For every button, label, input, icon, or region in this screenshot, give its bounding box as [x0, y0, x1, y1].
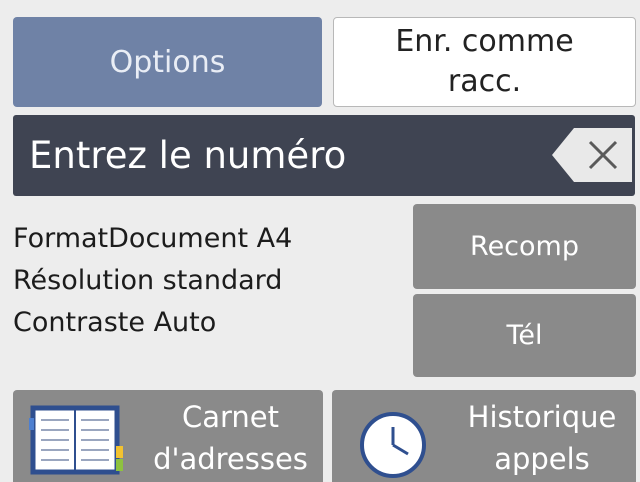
- address-book-label: Carnet d'adresses: [143, 396, 318, 480]
- call-history-label-line2: appels: [494, 442, 590, 476]
- tel-button-label: Tél: [506, 320, 543, 351]
- backspace-icon[interactable]: [552, 128, 632, 182]
- options-button[interactable]: Options: [13, 17, 322, 107]
- tel-button[interactable]: Tél: [413, 294, 636, 377]
- redial-button[interactable]: Recomp: [413, 204, 636, 289]
- settings-line-resolution: Résolution standard: [13, 265, 283, 296]
- call-history-button[interactable]: Historique appels: [332, 390, 636, 482]
- number-entry-prompt: Entrez le numéro: [29, 134, 347, 177]
- address-book-icon: [29, 405, 123, 475]
- save-as-shortcut-label-line1: Enr. comme: [395, 24, 574, 59]
- fax-screen: Options Enr. comme racc. Entrez le numér…: [0, 0, 640, 482]
- address-book-label-line2: d'adresses: [153, 442, 308, 476]
- options-button-label: Options: [109, 44, 226, 80]
- settings-line-document-size: FormatDocument A4: [13, 223, 293, 254]
- save-as-shortcut-label-line2: racc.: [447, 64, 522, 99]
- call-history-label: Historique appels: [450, 396, 634, 480]
- save-as-shortcut-button[interactable]: Enr. comme racc.: [333, 17, 636, 107]
- redial-button-label: Recomp: [470, 231, 579, 262]
- clock-icon: [360, 412, 426, 478]
- address-book-button[interactable]: Carnet d'adresses: [13, 390, 323, 482]
- number-entry-field[interactable]: Entrez le numéro: [13, 115, 635, 196]
- call-history-label-line1: Historique: [467, 400, 617, 434]
- settings-summary: FormatDocument A4 Résolution standard Co…: [13, 218, 292, 344]
- address-book-label-line1: Carnet: [181, 400, 280, 434]
- settings-line-contrast: Contraste Auto: [13, 307, 217, 338]
